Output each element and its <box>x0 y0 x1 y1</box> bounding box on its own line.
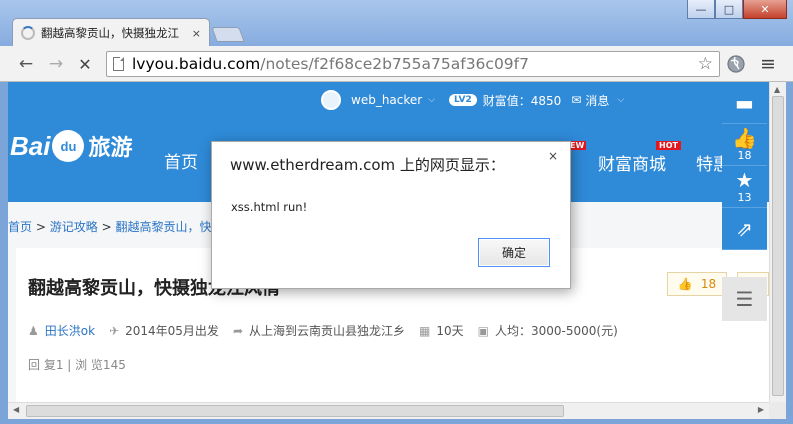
address-bar[interactable]: lvyou.baidu.com/notes/f2f68ce2b755a75af3… <box>106 51 720 77</box>
new-tab-button[interactable] <box>211 27 245 42</box>
comment-button[interactable]: ▬ <box>722 82 767 124</box>
tab-close-icon[interactable]: × <box>192 27 201 40</box>
user-bar: web_hacker ⌵ LV2 财富值：4850 ✉ 消息 ⌵ <box>321 90 638 110</box>
globe-extension-icon[interactable] <box>726 54 746 74</box>
breadcrumb-home[interactable]: 首页 <box>8 220 32 234</box>
note-meta: ♟ 田长洪ok ✈ 2014年05月出发 ➦ 从上海到云南贡山县独龙江乡 ▦ 1… <box>28 322 618 339</box>
comment-icon: ▬ <box>735 90 754 115</box>
like-button[interactable]: 👍 18 <box>667 272 727 296</box>
list-button[interactable]: ☰ <box>722 277 767 321</box>
username-link[interactable]: web_hacker <box>351 93 422 107</box>
alert-dialog: www.etherdream.com 上的网页显示： × xss.html ru… <box>211 141 571 289</box>
scrollbar-corner <box>769 402 786 419</box>
breadcrumb-sep: > <box>35 220 46 234</box>
mail-icon[interactable]: ✉ <box>571 93 581 107</box>
loading-spinner-icon <box>21 26 35 40</box>
dialog-close-icon[interactable]: × <box>548 149 558 163</box>
url-text: lvyou.baidu.com/notes/f2f68ce2b755a75af3… <box>132 55 529 73</box>
horizontal-scrollbar[interactable]: ◀ ▶ <box>8 402 769 419</box>
forward-arrow-icon[interactable]: → <box>44 52 68 76</box>
list-icon: ☰ <box>735 287 754 311</box>
ok-button[interactable]: 确定 <box>478 238 550 267</box>
url-host: lvyou.baidu.com <box>132 55 261 73</box>
route-arrow-icon: ➦ <box>232 323 243 338</box>
title-bar: 翻越高黎贡山，快摄独龙江 × — □ ✕ <box>0 0 793 47</box>
side-like-count: 18 <box>737 149 752 162</box>
dialog-message: xss.html run! <box>231 200 308 214</box>
breadcrumb-guides[interactable]: 游记攻略 <box>50 220 98 234</box>
breadcrumb-sep: > <box>101 220 112 234</box>
wealth-value[interactable]: 财富值：4850 <box>483 92 562 109</box>
logo-text-bai: Bai <box>10 130 51 161</box>
window-controls: — □ ✕ <box>687 0 787 19</box>
chevron-down-icon[interactable]: ⌵ <box>428 95 435 105</box>
nav-wealth-shop[interactable]: 财富商城 <box>598 150 666 175</box>
trip-days: 10天 <box>436 324 464 338</box>
maximize-button[interactable]: □ <box>715 0 743 19</box>
side-toolbar: ▬ 👍 18 ★ 13 ⇗ ☰ <box>722 82 767 321</box>
browser-window: 翻越高黎贡山，快摄独龙江 × — □ ✕ ← → ✕ lvyou.baidu.c… <box>0 0 793 424</box>
hot-badge: HOT <box>656 141 681 150</box>
author-link[interactable]: 田长洪ok <box>45 322 95 339</box>
cost-icon: ▣ <box>477 323 489 338</box>
thumbs-up-icon: 👍 <box>732 126 757 150</box>
side-like-button[interactable]: 👍 18 <box>722 124 767 166</box>
scroll-up-icon[interactable]: ▲ <box>774 85 780 94</box>
back-arrow-icon[interactable]: ← <box>14 52 38 76</box>
star-icon: ★ <box>735 168 754 192</box>
like-count: 18 <box>700 277 717 291</box>
scroll-left-icon[interactable]: ◀ <box>13 405 19 414</box>
vertical-scroll-thumb[interactable] <box>772 96 784 396</box>
stop-loading-icon[interactable]: ✕ <box>73 52 97 76</box>
plane-icon: ✈ <box>109 323 120 338</box>
side-favorite-button[interactable]: ★ 13 <box>722 166 767 208</box>
breadcrumb: 首页 > 游记攻略 > 翻越高黎贡山，快摄 <box>8 218 223 235</box>
menu-icon[interactable]: ≡ <box>756 52 780 76</box>
breadcrumb-current[interactable]: 翻越高黎贡山，快摄 <box>115 220 223 234</box>
url-path: /notes/f2f68ce2b755a75af36c09f7 <box>260 55 529 73</box>
level-badge: LV2 <box>449 94 477 106</box>
scroll-right-icon[interactable]: ▶ <box>758 405 764 414</box>
nav-home[interactable]: 首页 <box>164 148 198 173</box>
dialog-title: www.etherdream.com 上的网页显示： <box>230 156 505 174</box>
paw-icon: du <box>52 130 85 162</box>
page-icon <box>113 57 124 71</box>
user-icon: ♟ <box>28 323 39 338</box>
messages-link[interactable]: 消息 <box>585 92 609 109</box>
messages-chevron-icon[interactable]: ⌵ <box>617 95 624 105</box>
share-icon: ⇗ <box>736 216 753 241</box>
logo-text-travel: 旅游 <box>88 136 133 161</box>
browser-tab[interactable]: 翻越高黎贡山，快摄独龙江 × <box>12 18 210 47</box>
horizontal-scroll-thumb[interactable] <box>26 405 564 417</box>
vertical-scrollbar[interactable]: ▲ <box>769 82 786 402</box>
avatar[interactable] <box>321 90 341 110</box>
window-close-button[interactable]: ✕ <box>743 0 787 19</box>
tab-title: 翻越高黎贡山，快摄独龙江 <box>41 26 179 40</box>
route-text: 从上海到云南贡山县独龙江乡 <box>249 324 406 338</box>
departure-date: 2014年05月出发 <box>125 324 219 338</box>
minimize-button[interactable]: — <box>687 0 715 19</box>
trip-cost: 人均：3000-5000(元) <box>494 324 618 338</box>
browser-toolbar: ← → ✕ lvyou.baidu.com/notes/f2f68ce2b755… <box>0 46 793 82</box>
thumbs-up-icon: 👍 <box>677 277 693 291</box>
side-favorite-count: 13 <box>737 191 752 204</box>
share-button[interactable]: ⇗ <box>722 208 767 250</box>
baidu-travel-logo[interactable]: Bai du 旅游 <box>10 130 132 162</box>
calendar-icon: ▦ <box>419 323 431 338</box>
note-stats: 回 复1 | 浏 览145 <box>28 358 126 372</box>
bookmark-star-icon[interactable]: ☆ <box>698 54 713 74</box>
